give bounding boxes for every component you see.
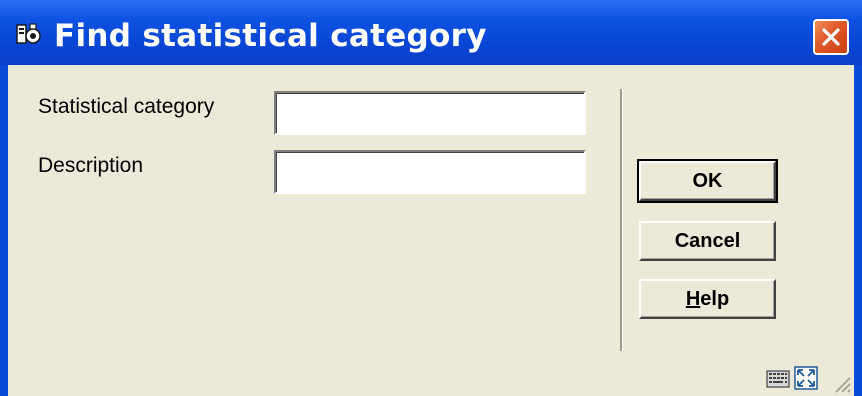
dialog-window: Find statistical category Statistical ca… bbox=[0, 0, 862, 396]
close-button[interactable] bbox=[813, 19, 849, 55]
close-icon bbox=[822, 28, 840, 46]
help-button[interactable]: Help bbox=[639, 279, 776, 319]
ok-button[interactable]: OK bbox=[637, 159, 778, 203]
window-title: Find statistical category bbox=[54, 18, 487, 54]
help-label-rest: elp bbox=[700, 288, 730, 310]
size-grip-icon[interactable] bbox=[828, 370, 852, 394]
description-input[interactable] bbox=[276, 152, 584, 192]
description-label: Description bbox=[38, 154, 144, 177]
description-field[interactable] bbox=[274, 150, 586, 194]
title-bar[interactable]: Find statistical category bbox=[0, 0, 862, 65]
keyboard-icon[interactable] bbox=[766, 368, 790, 390]
statistical-category-field[interactable] bbox=[274, 91, 586, 135]
statistical-category-input[interactable] bbox=[276, 93, 584, 133]
help-mnemonic: H bbox=[685, 288, 701, 310]
vertical-separator bbox=[620, 89, 623, 351]
statistical-category-label: Statistical category bbox=[38, 95, 215, 118]
cancel-button[interactable]: Cancel bbox=[639, 221, 776, 261]
resize-window-icon[interactable] bbox=[794, 366, 818, 390]
dialog-body: Statistical category Description OK Canc… bbox=[8, 65, 854, 396]
app-icon bbox=[16, 23, 41, 44]
